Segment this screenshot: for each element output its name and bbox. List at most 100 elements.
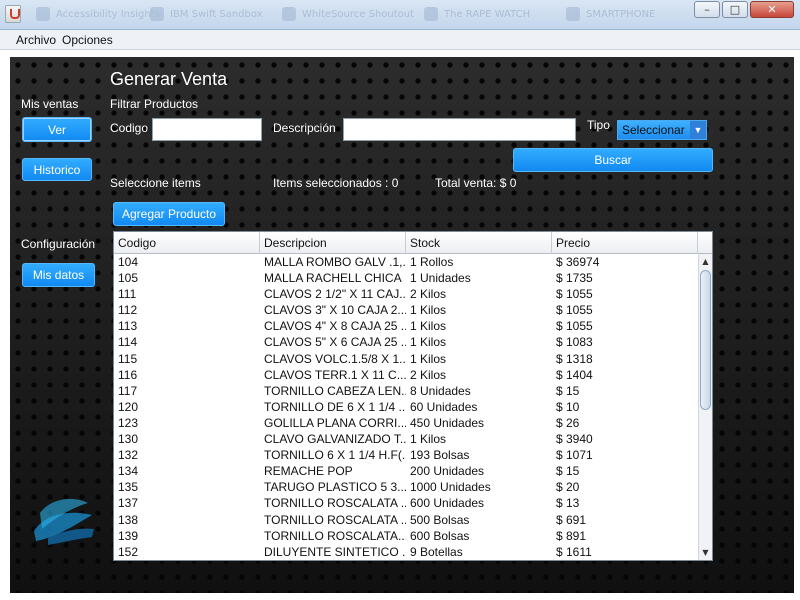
seleccione-items-label: Seleccione items [110, 176, 201, 190]
historico-button[interactable]: Historico [22, 158, 92, 181]
table-cell-stock: 9 Botellas [410, 544, 463, 559]
maximize-button[interactable]: □ [722, 1, 748, 18]
tipo-label: Tipo [587, 118, 610, 132]
column-header-precio[interactable]: Precio [552, 232, 698, 254]
titlebar-tab: IBM Swift Sandbox [150, 4, 263, 24]
column-header-codigo[interactable]: Codigo [114, 232, 260, 254]
table-cell-codigo: 152 [118, 544, 139, 559]
table-cell-stock: 600 Unidades [410, 496, 485, 511]
table-cell-codigo: 113 [118, 319, 138, 334]
table-cell-descripcion: DILUYENTE SINTETICO ... [264, 544, 406, 559]
table-row[interactable]: 117 TORNILLO CABEZA LEN... 8 Unidades $ 15 [114, 383, 698, 399]
ver-button[interactable]: Ver [22, 117, 92, 142]
scroll-up-icon[interactable]: ▲ [699, 255, 712, 268]
table-row[interactable]: 152 DILUYENTE SINTETICO ... 9 Botellas $ 16… [114, 544, 698, 560]
agregar-producto-button[interactable]: Agregar Producto [113, 202, 225, 226]
table-row[interactable]: 130 CLAVO GALVANIZADO T... 1 Kilos $ 3940 [114, 431, 698, 447]
table-cell-precio: $ 1404 [556, 367, 593, 382]
table-cell-codigo: 112 [118, 303, 138, 318]
table-cell-stock: 500 Bolsas [410, 512, 470, 527]
items-seleccionados-count: Items seleccionados : 0 [273, 176, 399, 190]
table-scrollbar[interactable]: ▲ ▼ [698, 254, 712, 560]
3dk-logo [34, 498, 94, 545]
table-cell-precio: $ 15 [556, 383, 580, 398]
menu-opciones[interactable]: Opciones [62, 33, 113, 47]
scrollbar-thumb[interactable] [700, 270, 711, 410]
table-row[interactable]: 115 CLAVOS VOLC.1.5/8 X 1... 1 Kilos $ 1318 [114, 351, 698, 367]
table-cell-precio: $ 15 [556, 464, 580, 479]
minimize-button[interactable]: – [694, 1, 720, 18]
table-row[interactable]: 112 CLAVOS 3" X 10 CAJA 2... 1 Kilos $ 1055 [114, 302, 698, 318]
table-cell-precio: $ 891 [556, 528, 587, 543]
table-cell-codigo: 138 [118, 512, 139, 527]
titlebar-tab: Accessibility Insights [36, 4, 160, 24]
table-cell-descripcion: REMACHE POP [264, 464, 353, 479]
titlebar-tab: SMARTPHONE [566, 4, 655, 24]
buscar-button[interactable]: Buscar [513, 148, 713, 172]
table-row[interactable]: 116 CLAVOS TERR.1 X 11 C... 2 Kilos $ 1404 [114, 367, 698, 383]
table-row[interactable]: 120 TORNILLO DE 6 X 1 1/4 ... 60 Unidades $… [114, 399, 698, 415]
java-app-icon [5, 5, 21, 23]
table-row[interactable]: 132 TORNILLO 6 X 1 1/4 H.F(... 193 Bolsas $… [114, 447, 698, 463]
table-cell-descripcion: CLAVOS 4" X 8 CAJA 25 ... [264, 319, 406, 334]
table-row[interactable]: 135 TARUGO PLASTICO 5 3... 1000 Unidades $ … [114, 479, 698, 495]
tab-favicon-icon [566, 7, 580, 21]
menu-archivo[interactable]: Archivo [16, 33, 56, 47]
table-cell-codigo: 132 [118, 448, 139, 463]
table-cell-codigo: 111 [118, 287, 137, 302]
table-row[interactable]: 138 TORNILLO ROSCALATA ... 500 Bolsas $ 691 [114, 512, 698, 528]
scroll-down-icon[interactable]: ▼ [699, 546, 712, 559]
table-row[interactable]: 114 CLAVOS 5" X 6 CAJA 25 ... 1 Kilos $ 108… [114, 334, 698, 350]
mis-datos-button[interactable]: Mis datos [22, 263, 95, 287]
table-cell-codigo: 104 [118, 255, 139, 269]
table-row[interactable]: 123 GOLILLA PLANA CORRI... 450 Unidades $ 2… [114, 415, 698, 431]
table-body: 104 MALLA ROMBO GALV .1,... 1 Rollos $ 3697… [114, 254, 698, 560]
table-cell-precio: $ 1071 [556, 448, 593, 463]
table-cell-codigo: 120 [118, 399, 139, 414]
configuracion-label: Configuración [21, 237, 96, 251]
column-header-descripcion[interactable]: Descripcion [260, 232, 406, 254]
table-cell-descripcion: TORNILLO ROSCALATA.... [264, 528, 406, 543]
table-cell-precio: $ 13 [556, 496, 580, 511]
table-cell-precio: $ 1083 [556, 335, 593, 350]
table-row[interactable]: 137 TORNILLO ROSCALATA ... 600 Unidades $ 1… [114, 495, 698, 511]
table-cell-precio: $ 36974 [556, 255, 600, 269]
table-row[interactable]: 104 MALLA ROMBO GALV .1,... 1 Rollos $ 3697… [114, 254, 698, 270]
table-row[interactable]: 134 REMACHE POP 200 Unidades $ 15 [114, 463, 698, 479]
table-row[interactable]: 105 MALLA RACHELL CHICA 1 Unidades $ 1735 [114, 270, 698, 286]
table-cell-descripcion: GOLILLA PLANA CORRI... [264, 415, 406, 430]
table-cell-precio: $ 26 [556, 415, 580, 430]
codigo-input[interactable] [152, 118, 262, 141]
window-titlebar: Accessibility Insights IBM Swift Sandbox… [0, 0, 800, 30]
descripcion-input[interactable] [343, 118, 576, 141]
table-cell-codigo: 123 [118, 415, 139, 430]
table-cell-stock: 1 Kilos [410, 432, 447, 447]
titlebar-tab: WhiteSource Shoutout [282, 4, 414, 24]
tipo-select-value: Seleccionar [622, 123, 685, 137]
products-table: Codigo Descripcion Stock Precio 104 MALLA… [113, 231, 713, 561]
close-button[interactable]: ✕ [750, 1, 794, 18]
table-cell-stock: 1 Kilos [410, 335, 447, 350]
table-cell-codigo: 117 [118, 383, 138, 398]
column-header-stock[interactable]: Stock [406, 232, 552, 254]
table-cell-precio: $ 1055 [556, 303, 593, 318]
window-controls: – □ ✕ [694, 1, 794, 18]
tab-favicon-icon [282, 7, 296, 21]
mis-ventas-label: Mis ventas [21, 97, 79, 111]
table-cell-descripcion: CLAVOS 3" X 10 CAJA 2... [264, 303, 406, 318]
table-cell-stock: 60 Unidades [410, 399, 478, 414]
table-cell-codigo: 139 [118, 528, 139, 543]
tab-favicon-icon [424, 7, 438, 21]
table-row[interactable]: 113 CLAVOS 4" X 8 CAJA 25 ... 1 Kilos $ 105… [114, 318, 698, 334]
table-row[interactable]: 139 TORNILLO ROSCALATA.... 600 Bolsas $ 891 [114, 528, 698, 544]
tipo-select[interactable]: Seleccionar ▼ [617, 120, 707, 140]
table-cell-codigo: 130 [118, 432, 139, 447]
tab-favicon-icon [150, 7, 164, 21]
table-cell-stock: 193 Bolsas [410, 448, 470, 463]
table-cell-codigo: 137 [118, 496, 139, 511]
table-cell-descripcion: CLAVO GALVANIZADO T... [264, 432, 406, 447]
table-cell-precio: $ 1611 [556, 544, 592, 559]
total-venta-label: Total venta: $ 0 [435, 176, 517, 190]
table-cell-stock: 1000 Unidades [410, 480, 491, 495]
table-row[interactable]: 111 CLAVOS 2 1/2" X 11 CAJ... 2 Kilos $ 105… [114, 286, 698, 302]
